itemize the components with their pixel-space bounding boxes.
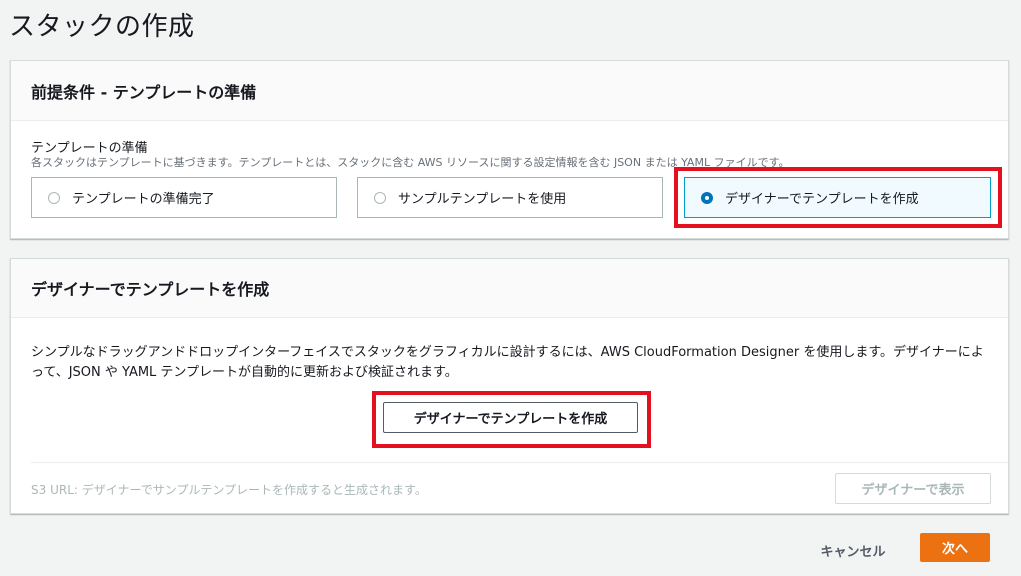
radio-label: テンプレートの準備完了 [72,192,215,207]
radio-sample-template[interactable]: サンプルテンプレートを使用 [357,177,663,218]
create-in-designer-button[interactable]: デザイナーでテンプレートを作成 [383,402,638,433]
radio-template-ready[interactable]: テンプレートの準備完了 [31,177,337,218]
s3-url-text: S3 URL: デザイナーでサンプルテンプレートを作成すると生成されます。 [31,483,427,497]
designer-header: デザイナーでテンプレートを作成 [11,259,1008,318]
designer-panel: デザイナーでテンプレートを作成 シンプルなドラッグアンドドロップインターフェイス… [10,258,1009,514]
prerequisite-panel: 前提条件 - テンプレートの準備 テンプレートの準備 各スタックはテンプレートに… [10,60,1009,239]
radio-selected-icon[interactable] [701,191,713,204]
view-in-designer-button[interactable]: デザイナーで表示 [835,473,991,504]
cancel-button[interactable]: キャンセル [806,537,900,563]
template-prep-description: 各スタックはテンプレートに基づきます。テンプレートとは、スタックに含む AWS … [31,156,790,169]
radio-circle-icon[interactable] [48,191,60,204]
prerequisite-header: 前提条件 - テンプレートの準備 [11,61,1008,121]
page-title: スタックの作成 [9,12,195,42]
radio-label: サンプルテンプレートを使用 [398,192,567,207]
next-button[interactable]: 次へ [920,533,990,562]
divider [31,462,1008,463]
radio-create-in-designer[interactable]: デザイナーでテンプレートを作成 [684,177,991,218]
radio-circle-icon[interactable] [374,191,386,204]
radio-label: デザイナーでテンプレートを作成 [725,192,919,207]
designer-description: シンプルなドラッグアンドドロップインターフェイスでスタックをグラフィカルに設計す… [31,345,984,380]
